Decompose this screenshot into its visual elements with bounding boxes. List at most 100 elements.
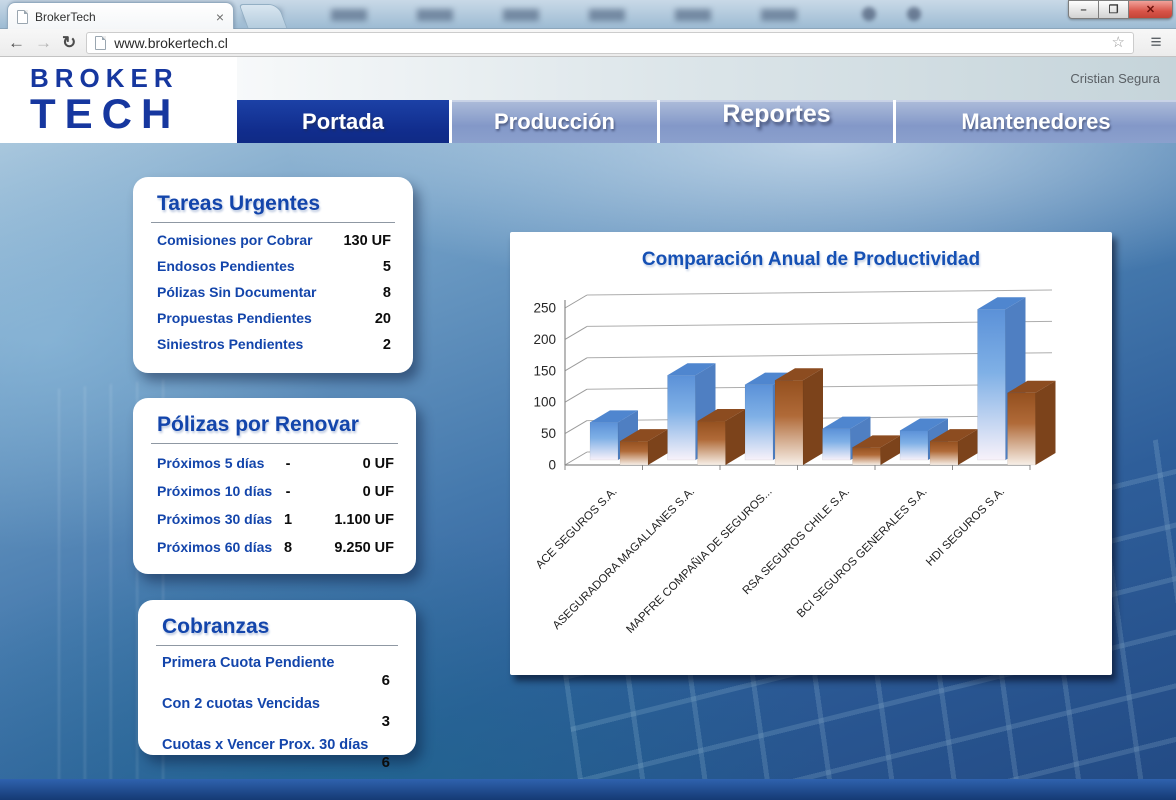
task-row: Comisiones por Cobrar 130 UF [157, 232, 391, 249]
renewal-row: Próximos 30 días11.100 UF [157, 511, 394, 528]
task-value: 5 [383, 259, 391, 275]
new-tab-button[interactable] [239, 4, 288, 28]
task-label[interactable]: Endosos Pendientes [157, 258, 295, 274]
window-close-button[interactable]: ✕ [1128, 0, 1173, 19]
browser-window: BrokerTech × – ❐ ✕ ← → ↻ www.brokertech.… [0, 0, 1176, 800]
x-category-label: BCI SEGUROS GENERALES S.A. [795, 486, 930, 621]
x-category-label: ACE SEGUROS S.A. [534, 486, 620, 572]
browser-menu-icon[interactable]: ≡ [1144, 33, 1168, 52]
logged-in-user: Cristian Segura [1070, 71, 1160, 86]
browser-tab[interactable]: BrokerTech × [7, 2, 234, 30]
header-strip: Cristian Segura [237, 57, 1176, 100]
nav-tab-label: Mantenedores [961, 109, 1110, 135]
collection-value: 3 [162, 713, 390, 730]
divider [156, 645, 398, 646]
background-ghost-icon [862, 7, 876, 21]
address-bar[interactable]: www.brokertech.cl ☆ [86, 32, 1134, 54]
url-text[interactable]: www.brokertech.cl [114, 35, 1103, 51]
x-category-label: HDI SEGUROS S.A. [924, 486, 1007, 569]
reload-button[interactable]: ↻ [62, 34, 76, 51]
panel-cobranzas: Cobranzas Primera Cuota Pendiente6 Con 2 … [138, 600, 416, 755]
task-label[interactable]: Propuestas Pendientes [157, 310, 312, 326]
renewal-row: Próximos 60 días89.250 UF [157, 539, 394, 556]
y-tick-label: 200 [533, 332, 556, 347]
renewal-label[interactable]: Próximos 30 días [157, 511, 274, 527]
collection-row: Primera Cuota Pendiente6 [162, 655, 394, 689]
collection-row: Con 2 cuotas Vencidas3 [162, 696, 394, 730]
nav-tab-mantenedores[interactable]: Mantenedores [893, 100, 1176, 143]
window-restore-button[interactable]: ❐ [1098, 0, 1129, 19]
bar-series_2-6 [1008, 381, 1056, 465]
footer-band [0, 779, 1176, 800]
tab-close-icon[interactable]: × [216, 10, 224, 24]
task-label[interactable]: Comisiones por Cobrar [157, 232, 313, 248]
nav-tab-reportes[interactable]: Reportes [657, 100, 893, 143]
panel-tareas-urgentes: Tareas Urgentes Comisiones por Cobrar130… [133, 177, 413, 373]
y-tick-label: 100 [533, 395, 556, 410]
window-minimize-button[interactable]: – [1068, 0, 1099, 19]
window-controls: – ❐ ✕ [1069, 0, 1173, 19]
browser-toolbar: ← → ↻ www.brokertech.cl ☆ ≡ [0, 29, 1176, 57]
page-favicon-icon [17, 10, 28, 24]
collection-row: Cuotas x Vencer Prox. 30 días6 [162, 737, 394, 771]
renewal-count: 8 [274, 540, 302, 556]
task-label[interactable]: Pólizas Sin Documentar [157, 284, 316, 300]
forward-button[interactable]: → [35, 34, 52, 51]
chart-title: Comparación Anual de Productividad [510, 232, 1112, 271]
renewal-value: 0 UF [302, 484, 394, 500]
panel-productivity-chart: Comparación Anual de Productividad 0 50 10… [510, 232, 1112, 675]
site-header: Cristian Segura Portada Producción Reporte… [0, 57, 1176, 143]
divider [151, 222, 395, 223]
collection-label[interactable]: Cuotas x Vencer Prox. 30 días [162, 737, 394, 753]
bookmark-star-icon[interactable]: ☆ [1112, 35, 1125, 50]
renewal-count: 1 [274, 512, 302, 528]
background-window-menu-blur [245, 9, 835, 21]
bar-series_2-2 [698, 409, 746, 465]
main-navigation: Portada Producción Reportes Mantenedores [237, 100, 1176, 143]
tab-title: BrokerTech [35, 10, 209, 24]
renewal-value: 0 UF [302, 456, 394, 472]
renewal-value: 1.100 UF [302, 512, 394, 528]
renewal-label[interactable]: Próximos 5 días [157, 455, 274, 471]
divider [151, 443, 398, 444]
task-value: 130 UF [343, 233, 391, 249]
page-icon [95, 36, 106, 50]
panel-title: Pólizas por Renovar [157, 413, 398, 437]
nav-tab-produccion[interactable]: Producción [449, 100, 657, 143]
logo-brokertech[interactable]: BROKER TECH [0, 57, 237, 143]
collection-label[interactable]: Primera Cuota Pendiente [162, 655, 394, 671]
background-ghost-icon [907, 7, 921, 21]
panel-polizas-por-renovar: Pólizas por Renovar Próximos 5 días-0 UF… [133, 398, 416, 574]
logo-line1: BROKER [30, 65, 237, 91]
task-row: Endosos Pendientes 5 [157, 258, 391, 275]
back-button[interactable]: ← [8, 34, 25, 51]
collection-value: 6 [162, 672, 390, 689]
panel-title: Cobranzas [162, 615, 398, 639]
renewal-label[interactable]: Próximos 60 días [157, 539, 274, 555]
y-tick-label: 150 [533, 363, 556, 378]
task-label[interactable]: Siniestros Pendientes [157, 336, 303, 352]
renewal-count: - [274, 484, 302, 500]
browser-tabstrip: BrokerTech × – ❐ ✕ [0, 0, 1176, 29]
bar-series_2-3 [775, 368, 823, 465]
task-row: Propuestas Pendientes 20 [157, 310, 391, 327]
nav-tab-label: Producción [494, 109, 615, 135]
x-category-label: ASEGURADORA MAGALLANES S.A. [551, 486, 697, 632]
nav-tab-portada[interactable]: Portada [237, 100, 449, 143]
renewal-label[interactable]: Próximos 10 días [157, 483, 274, 499]
y-tick-label: 0 [548, 458, 556, 473]
nav-tab-label: Reportes [722, 100, 830, 129]
renewal-row: Próximos 5 días-0 UF [157, 455, 394, 472]
task-value: 2 [383, 337, 391, 353]
task-value: 20 [375, 311, 391, 327]
y-tick-label: 50 [541, 426, 556, 441]
renewal-count: - [274, 456, 302, 472]
logo-line2: TECH [30, 93, 237, 135]
collection-value: 6 [162, 754, 390, 771]
task-value: 8 [383, 285, 391, 301]
nav-tab-label: Portada [302, 109, 384, 135]
task-row: Pólizas Sin Documentar 8 [157, 284, 391, 301]
y-tick-label: 250 [533, 301, 556, 316]
collection-label[interactable]: Con 2 cuotas Vencidas [162, 696, 394, 712]
x-category-label: MAPFRE COMPAÑIA DE SEGUROS... [624, 485, 775, 636]
